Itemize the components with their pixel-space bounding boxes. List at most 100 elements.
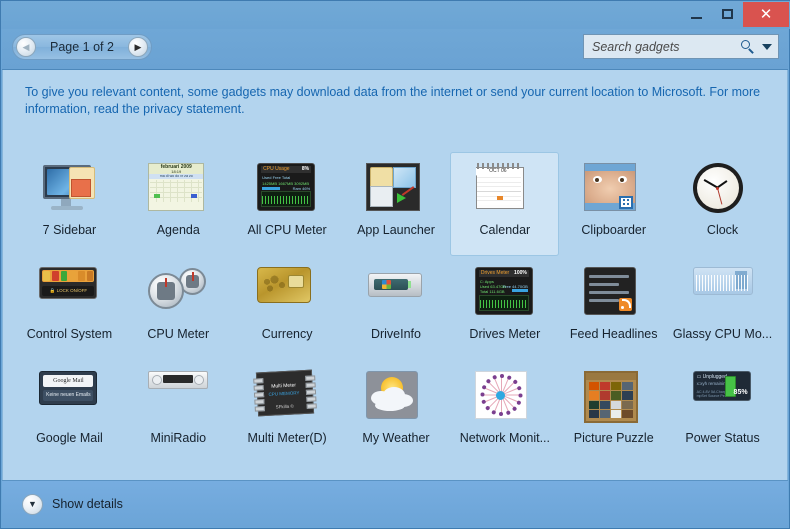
gadget-label: Calendar [479, 223, 530, 237]
gadget-thumbnail: 🔒 LOCK ON/OFF [36, 264, 102, 322]
gadget-thumbnail: februari 200918:19 [145, 160, 211, 218]
page-indicator-label: Page 1 of 2 [36, 40, 128, 54]
gadget-grid: 7 Sidebar februari 200918:19 Agenda CPU Usa… [15, 152, 777, 464]
gadget-item-power[interactable]: ▭ Unpluggedx:xyh remainingAC 4.8V 5A Cha… [668, 360, 777, 464]
gadget-label: Currency [262, 327, 313, 341]
gadget-item-allcpu[interactable]: CPU Usage8%Used Free Total1425MB 1667MB … [233, 152, 342, 256]
gadget-thumbnail [363, 368, 429, 426]
gadget-thumbnail [581, 368, 647, 426]
next-page-button[interactable]: ▶ [128, 37, 148, 57]
search-input[interactable]: Search gadgets [592, 40, 741, 54]
gadget-item-currency[interactable]: Currency [233, 256, 342, 360]
gadget-thumbnail [254, 264, 320, 322]
page-navigation: ◀ Page 1 of 2 ▶ [12, 34, 152, 60]
maximize-icon [722, 9, 733, 19]
gadget-item-clipboarder[interactable]: Clipboarder [559, 152, 668, 256]
chevron-right-icon: ▶ [135, 43, 142, 52]
gallery-content: To give you relevant content, some gadge… [2, 70, 788, 482]
mini-radio-icon [148, 371, 208, 423]
clipboarder-photo-icon [584, 163, 644, 215]
gadget-thumbnail: CPU Usage8%Used Free Total1425MB 1667MB … [254, 160, 320, 218]
show-details-toggle[interactable]: ▼ [22, 494, 43, 515]
gadget-label: Drives Meter [469, 327, 540, 341]
gadget-item-multimeter[interactable]: Multi MeterCPU MEMORYSFkilla © Multi Mete… [233, 360, 342, 464]
glassy-cpu-monitor-icon [693, 267, 753, 319]
chevron-down-icon[interactable] [762, 44, 772, 50]
gadget-thumbnail: Google MailKeine neuen Emails [36, 368, 102, 426]
title-bar: ✕ [1, 1, 790, 29]
picture-puzzle-icon [584, 371, 644, 423]
multi-meter-chip-icon: Multi MeterCPU MEMORYSFkilla © [257, 371, 317, 423]
gadget-item-clock[interactable]: Clock [668, 152, 777, 256]
agenda-calendar-icon: februari 200918:19 [148, 163, 208, 215]
gadget-label: Feed Headlines [570, 327, 658, 341]
close-button[interactable]: ✕ [743, 2, 789, 27]
gadget-label: All CPU Meter [248, 223, 327, 237]
gadget-item-miniradio[interactable]: MiniRadio [124, 360, 233, 464]
gadget-item-cpumeter[interactable]: CPU Meter [124, 256, 233, 360]
network-monitor-icon [475, 371, 535, 423]
gadget-label: My Weather [362, 431, 429, 445]
desk-calendar-icon: OCT 06 [475, 163, 535, 215]
gadget-item-puzzle[interactable]: Picture Puzzle [559, 360, 668, 464]
gadget-label: App Launcher [357, 223, 435, 237]
maximize-button[interactable] [712, 3, 743, 25]
gadget-item-agenda[interactable]: februari 200918:19 Agenda [124, 152, 233, 256]
gadget-thumbnail [363, 160, 429, 218]
gadget-label: CPU Meter [147, 327, 209, 341]
weather-icon [366, 371, 426, 423]
gadget-label: Clipboarder [581, 223, 646, 237]
gadget-item-drivesmeter[interactable]: Drives Meter100%C: AppsUsed 63.47GBFree … [450, 256, 559, 360]
analog-clock-icon [693, 163, 753, 215]
app-launcher-icon [366, 163, 426, 215]
gadget-item-driveinfo[interactable]: DriveInfo [342, 256, 451, 360]
cpu-gauge-icon [148, 267, 208, 319]
search-icon[interactable] [741, 40, 755, 54]
previous-page-button[interactable]: ◀ [16, 37, 36, 57]
chevron-down-icon: ▼ [28, 499, 37, 509]
gadget-label: Agenda [157, 223, 200, 237]
gadget-thumbnail: OCT 06 [472, 160, 538, 218]
gadget-label: Power Status [685, 431, 759, 445]
gadget-item-glassy[interactable]: Glassy CPU Mo... [668, 256, 777, 360]
hard-drive-icon [366, 267, 426, 319]
gadget-label: Network Monit... [460, 431, 550, 445]
close-icon: ✕ [760, 7, 773, 22]
feed-headlines-icon [584, 267, 644, 319]
gadget-thumbnail [581, 160, 647, 218]
power-status-icon: ▭ Unpluggedx:xyh remainingAC 4.8V 5A Cha… [693, 371, 753, 423]
gadget-thumbnail [581, 264, 647, 322]
gadget-item-applauncher[interactable]: App Launcher [342, 152, 451, 256]
gadget-item-network[interactable]: Network Monit... [450, 360, 559, 464]
gadget-gallery-window: ✕ ◀ Page 1 of 2 ▶ Search gadgets To give… [0, 0, 790, 529]
gadget-item-sidebar[interactable]: 7 Sidebar [15, 152, 124, 256]
footer-bar: ▼ Show details [2, 480, 788, 527]
minimize-icon [691, 17, 702, 19]
search-box[interactable]: Search gadgets [583, 34, 779, 59]
chevron-left-icon: ◀ [23, 43, 30, 52]
gadget-thumbnail [363, 264, 429, 322]
gadget-thumbnail: ▭ Unpluggedx:xyh remainingAC 4.8V 5A Cha… [690, 368, 756, 426]
gadget-thumbnail [145, 368, 211, 426]
show-details-label[interactable]: Show details [52, 497, 123, 511]
gadget-label: Control System [27, 327, 112, 341]
gadget-thumbnail [690, 264, 756, 322]
gadget-thumbnail [145, 264, 211, 322]
monitor-icon [39, 163, 99, 215]
privacy-notice: To give you relevant content, some gadge… [25, 84, 765, 118]
gadget-thumbnail: Multi MeterCPU MEMORYSFkilla © [254, 368, 320, 426]
gadget-item-gmail[interactable]: Google MailKeine neuen EmailsGoogle Mail [15, 360, 124, 464]
gadget-item-feed[interactable]: Feed Headlines [559, 256, 668, 360]
currency-card-icon [257, 267, 317, 319]
gadget-label: Multi Meter(D) [248, 431, 327, 445]
gadget-label: Clock [707, 223, 738, 237]
gadget-label: Glassy CPU Mo... [673, 327, 772, 341]
gadget-item-calendar[interactable]: OCT 06 Calendar [450, 152, 559, 256]
cpu-meter-panel-icon: CPU Usage8%Used Free Total1425MB 1667MB … [257, 163, 317, 215]
gadget-item-weather[interactable]: My Weather [342, 360, 451, 464]
toolbar: ◀ Page 1 of 2 ▶ Search gadgets [2, 29, 788, 70]
minimize-button[interactable] [681, 3, 712, 25]
gadget-thumbnail [690, 160, 756, 218]
gadget-label: MiniRadio [150, 431, 206, 445]
gadget-item-controlsys[interactable]: 🔒 LOCK ON/OFF Control System [15, 256, 124, 360]
